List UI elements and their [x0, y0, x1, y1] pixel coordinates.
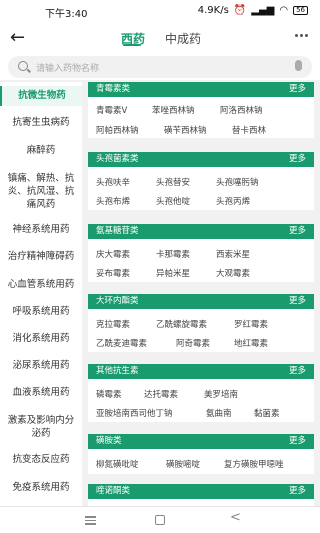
- category-title: 喹诺酮类: [96, 486, 131, 496]
- alarm-icon: ⏰: [233, 5, 247, 16]
- signal-icon: ▂▄▆: [251, 5, 275, 16]
- sidebar-item-digestive[interactable]: 消化系统用药: [0, 332, 82, 345]
- drug-item[interactable]: 头孢替安: [156, 176, 190, 188]
- nav-back-icon[interactable]: <: [230, 510, 241, 525]
- category-title: 氨基糖苷类: [96, 226, 139, 236]
- drug-item[interactable]: 青霉素V: [96, 104, 127, 116]
- drug-item[interactable]: 美罗培南: [204, 388, 238, 400]
- category-card: 其他抗生素 更多 磷霉素 达托霉素 美罗培南 亚胺培南西司他丁钠 氨曲南 黏菌素: [88, 364, 314, 422]
- drug-item[interactable]: 黏菌素: [254, 407, 280, 419]
- drug-item[interactable]: 头孢呋辛: [96, 176, 130, 188]
- drug-item[interactable]: 乙酰麦迪霉素: [96, 337, 147, 349]
- sidebar-item-blood[interactable]: 血液系统用药: [0, 386, 82, 399]
- home-icon[interactable]: [155, 515, 165, 525]
- drug-item[interactable]: 妥布霉素: [96, 267, 130, 279]
- drug-item[interactable]: 阿奇霉素: [176, 337, 210, 349]
- drug-item[interactable]: 头孢丙烯: [216, 195, 250, 207]
- drug-item[interactable]: 大观霉素: [216, 267, 250, 279]
- category-card: 大环内酯类 更多 克拉霉素 乙酰螺旋霉素 罗红霉素 乙酰麦迪霉素 阿奇霉素 地红霉…: [88, 294, 314, 352]
- tab-chinese-patent-medicine[interactable]: 中成药: [165, 30, 201, 47]
- category-card: 青霉素类 更多 青霉素V 苯唑西林钠 阿洛西林钠 阿帕西林钠 磺苄西林钠 替卡西林: [88, 82, 314, 138]
- more-link[interactable]: 更多: [289, 294, 306, 309]
- sidebar-item-urinary[interactable]: 泌尿系统用药: [0, 359, 82, 372]
- more-options-icon[interactable]: [295, 34, 308, 37]
- status-time: 下午3:40: [45, 9, 88, 20]
- drug-item[interactable]: 阿洛西林钠: [220, 104, 263, 116]
- drug-item[interactable]: 磷霉素: [96, 388, 122, 400]
- search-input[interactable]: 请输入药物名称: [8, 56, 312, 78]
- drug-item[interactable]: 地红霉素: [234, 337, 268, 349]
- category-card: 氨基糖苷类 更多 庆大霉素 卡那霉素 西索米星 妥布霉素 异帕米星 大观霉素: [88, 224, 314, 282]
- drug-item[interactable]: 柳氮磺吡啶: [96, 458, 139, 470]
- status-bar: 下午3:40 4.9K/s ⏰ ▂▄▆ ◠ 56: [0, 0, 320, 24]
- more-link[interactable]: 更多: [289, 364, 306, 379]
- drug-item[interactable]: 异帕米星: [156, 267, 190, 279]
- drug-item[interactable]: 头孢布烯: [96, 195, 130, 207]
- sidebar-item-anesthetic[interactable]: 麻醉药: [0, 144, 82, 157]
- category-card: 头孢菌素类 更多 头孢呋辛 头孢替安 头孢噻肟钠 头孢布烯 头孢他啶 头孢丙烯: [88, 152, 314, 210]
- category-title: 头孢菌素类: [96, 154, 139, 164]
- category-card: 磺胺类 更多 柳氮磺吡啶 磺胺嘧啶 复方磺胺甲噁唑: [88, 434, 314, 474]
- category-title: 青霉素类: [96, 84, 131, 94]
- drug-item[interactable]: 替卡西林: [232, 124, 266, 136]
- active-tab-indicator: [123, 44, 141, 46]
- drug-item[interactable]: 西索米星: [216, 248, 250, 260]
- drug-item[interactable]: 卡那霉素: [156, 248, 190, 260]
- search-icon: [18, 61, 28, 71]
- sidebar-item-immune[interactable]: 免疫系统用药: [0, 481, 82, 494]
- more-link[interactable]: 更多: [289, 152, 306, 167]
- drug-item[interactable]: 磺胺嘧啶: [166, 458, 200, 470]
- sidebar-item-psychiatric[interactable]: 治疗精神障碍药: [0, 250, 82, 263]
- sidebar-item-respiratory[interactable]: 呼吸系统用药: [0, 305, 82, 318]
- sidebar-item-hormone[interactable]: 激素及影响内分泌药: [0, 414, 82, 440]
- more-link[interactable]: 更多: [289, 224, 306, 239]
- category-title: 其他抗生素: [96, 366, 139, 376]
- top-header: ← 西药 中成药: [0, 24, 320, 54]
- more-link[interactable]: 更多: [289, 484, 306, 499]
- drug-list-panel: 青霉素类 更多 青霉素V 苯唑西林钠 阿洛西林钠 阿帕西林钠 磺苄西林钠 替卡西林…: [88, 82, 314, 506]
- drug-item[interactable]: 罗红霉素: [234, 318, 268, 330]
- drug-item[interactable]: 磺苄西林钠: [164, 124, 207, 136]
- drug-item[interactable]: 克拉霉素: [96, 318, 130, 330]
- battery-icon: 56: [293, 6, 308, 15]
- network-speed: 4.9K/s: [197, 5, 229, 16]
- sidebar-item-cardiovascular[interactable]: 心血管系统用药: [0, 278, 82, 291]
- category-sidebar: 抗微生物药 抗寄生虫病药 麻醉药 镇痛、解热、抗炎、抗风湿、抗痛风药 神经系统用…: [0, 82, 82, 506]
- more-link[interactable]: 更多: [289, 82, 306, 97]
- drug-item[interactable]: 阿帕西林钠: [96, 124, 139, 136]
- menu-icon[interactable]: [85, 516, 96, 527]
- microphone-icon[interactable]: [295, 60, 302, 71]
- sidebar-item-nervous-system[interactable]: 神经系统用药: [0, 223, 82, 236]
- sidebar-item-analgesic[interactable]: 镇痛、解热、抗炎、抗风湿、抗痛风药: [0, 172, 82, 211]
- sidebar-item-anti-allergy[interactable]: 抗变态反应药: [0, 453, 82, 466]
- sidebar-item-antiparasitic[interactable]: 抗寄生虫病药: [0, 116, 82, 129]
- drug-item[interactable]: 复方磺胺甲噁唑: [224, 458, 284, 470]
- back-arrow-icon[interactable]: ←: [10, 27, 25, 48]
- drug-item[interactable]: 氨曲南: [206, 407, 232, 419]
- drug-item[interactable]: 乙酰螺旋霉素: [156, 318, 207, 330]
- drug-item[interactable]: 亚胺培南西司他丁钠: [96, 407, 173, 419]
- drug-item[interactable]: 庆大霉素: [96, 248, 130, 260]
- more-link[interactable]: 更多: [289, 434, 306, 449]
- wifi-icon: ◠: [279, 5, 289, 16]
- drug-item[interactable]: 头孢噻肟钠: [216, 176, 259, 188]
- sidebar-item-antimicrobial[interactable]: 抗微生物药: [0, 86, 82, 106]
- search-placeholder: 请输入药物名称: [36, 64, 100, 74]
- category-title: 磺胺类: [96, 436, 122, 446]
- category-title: 大环内酯类: [96, 296, 139, 306]
- drug-item[interactable]: 头孢他啶: [156, 195, 190, 207]
- category-card: 喹诺酮类 更多: [88, 484, 314, 506]
- drug-item[interactable]: 苯唑西林钠: [152, 104, 195, 116]
- system-navigation-bar: <: [0, 506, 320, 533]
- drug-item[interactable]: 达托霉素: [144, 388, 178, 400]
